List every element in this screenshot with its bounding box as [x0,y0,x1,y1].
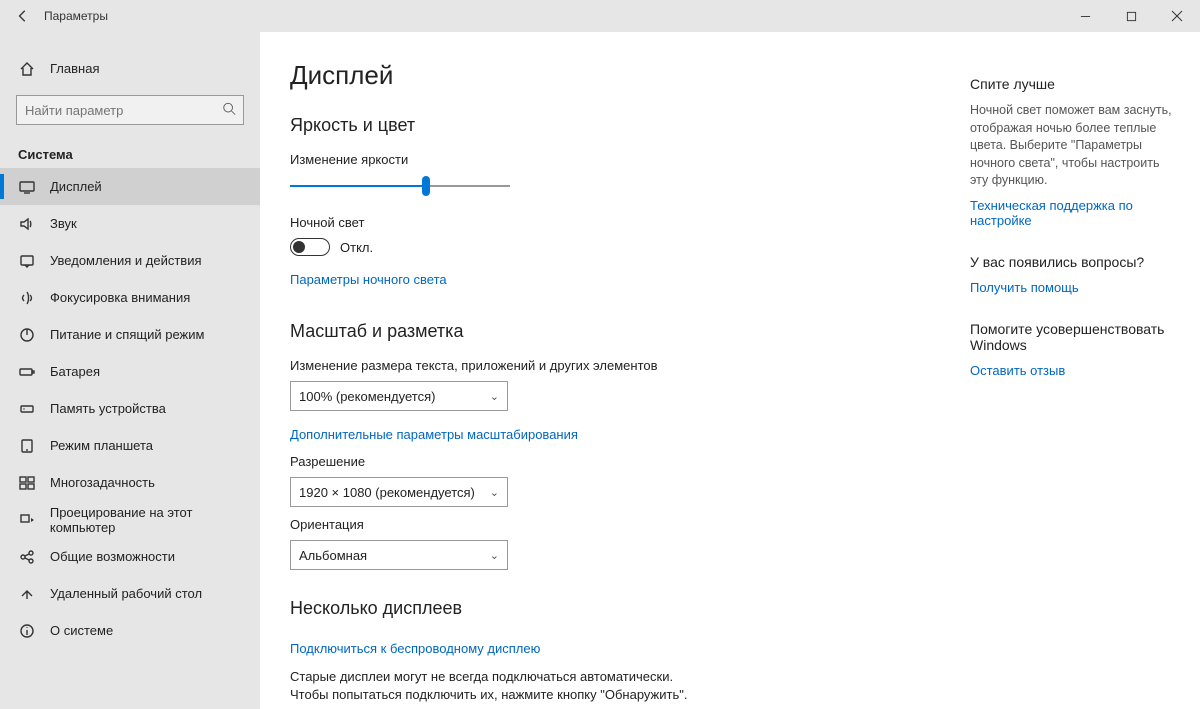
chevron-down-icon: ⌄ [490,549,499,562]
scale-dropdown[interactable]: 100% (рекомендуется) ⌄ [290,381,508,411]
sidebar-item-shared[interactable]: Общие возможности [0,538,260,575]
old-displays-helper: Старые дисплеи могут не всегда подключат… [290,668,710,704]
resolution-value: 1920 × 1080 (рекомендуется) [299,485,475,500]
section-scale: Масштаб и разметка [290,321,940,342]
sidebar-item-label: Многозадачность [50,475,155,490]
minimize-button[interactable] [1062,0,1108,32]
notifications-icon [18,253,36,269]
scale-value: 100% (рекомендуется) [299,389,435,404]
sidebar-item-label: Звук [50,216,77,231]
sidebar-item-multitask[interactable]: Многозадачность [0,464,260,501]
resolution-label: Разрешение [290,454,940,469]
advanced-scaling-link[interactable]: Дополнительные параметры масштабирования [290,427,578,442]
sidebar-item-sound[interactable]: Звук [0,205,260,242]
sidebar-item-display[interactable]: Дисплей [0,168,260,205]
aside-sleep-title: Спите лучше [970,76,1180,92]
titlebar: Параметры [0,0,1200,32]
multitask-icon [18,475,36,491]
sidebar: Главная Система Дисплей Звук Уведомления… [0,32,260,709]
sidebar-item-storage[interactable]: Память устройства [0,390,260,427]
sidebar-item-label: Питание и спящий режим [50,327,204,342]
orientation-value: Альбомная [299,548,367,563]
sidebar-item-label: Батарея [50,364,100,379]
settings-content: Дисплей Яркость и цвет Изменение яркости… [260,32,970,709]
chevron-down-icon: ⌄ [490,390,499,403]
scale-label: Изменение размера текста, приложений и д… [290,358,940,373]
night-light-label: Ночной свет [290,215,940,230]
sidebar-item-label: Уведомления и действия [50,253,202,268]
sidebar-home-label: Главная [50,61,99,76]
sidebar-home[interactable]: Главная [0,50,260,87]
sidebar-item-label: Общие возможности [50,549,175,564]
search-input[interactable] [16,95,244,125]
aside: Спите лучше Ночной свет поможет вам засн… [970,32,1200,709]
section-multi: Несколько дисплеев [290,598,940,619]
about-icon [18,623,36,639]
home-icon [18,61,36,77]
tablet-icon [18,438,36,454]
resolution-dropdown[interactable]: 1920 × 1080 (рекомендуется) ⌄ [290,477,508,507]
aside-feedback-title: Помогите усовершенствовать Windows [970,321,1180,353]
orientation-dropdown[interactable]: Альбомная ⌄ [290,540,508,570]
section-brightness: Яркость и цвет [290,115,940,136]
storage-icon [18,401,36,417]
search-icon [222,102,236,119]
page-title: Дисплей [290,60,940,91]
sidebar-item-battery[interactable]: Батарея [0,353,260,390]
close-button[interactable] [1154,0,1200,32]
display-icon [18,179,36,195]
sidebar-section-label: Система [0,139,260,168]
sidebar-item-label: Удаленный рабочий стол [50,586,202,601]
chevron-down-icon: ⌄ [490,486,499,499]
sidebar-item-projection[interactable]: Проецирование на этот компьютер [0,501,260,538]
brightness-slider[interactable] [290,175,510,197]
aside-sleep-body: Ночной свет поможет вам заснуть, отображ… [970,102,1180,190]
shared-icon [18,549,36,565]
aside-help-link[interactable]: Получить помощь [970,280,1180,295]
slider-thumb[interactable] [422,176,430,196]
night-light-state: Откл. [340,240,373,255]
brightness-label: Изменение яркости [290,152,940,167]
sidebar-item-label: Дисплей [50,179,102,194]
sidebar-item-label: Память устройства [50,401,166,416]
aside-questions-title: У вас появились вопросы? [970,254,1180,270]
sidebar-item-label: О системе [50,623,113,638]
window-title: Параметры [44,9,108,23]
sidebar-item-focus[interactable]: Фокусировка внимания [0,279,260,316]
focus-icon [18,290,36,306]
aside-feedback-link[interactable]: Оставить отзыв [970,363,1180,378]
back-button[interactable] [8,0,38,32]
night-light-toggle[interactable] [290,238,330,256]
sidebar-item-notifications[interactable]: Уведомления и действия [0,242,260,279]
sound-icon [18,216,36,232]
sidebar-item-tablet[interactable]: Режим планшета [0,427,260,464]
sidebar-item-about[interactable]: О системе [0,612,260,649]
orientation-label: Ориентация [290,517,940,532]
battery-icon [18,364,36,380]
sidebar-item-remote[interactable]: Удаленный рабочий стол [0,575,260,612]
remote-icon [18,586,36,602]
sidebar-item-label: Режим планшета [50,438,153,453]
sidebar-item-label: Фокусировка внимания [50,290,190,305]
power-icon [18,327,36,343]
wireless-display-link[interactable]: Подключиться к беспроводному дисплею [290,641,540,656]
night-light-settings-link[interactable]: Параметры ночного света [290,272,447,287]
aside-sleep-link[interactable]: Техническая поддержка по настройке [970,198,1180,228]
maximize-button[interactable] [1108,0,1154,32]
sidebar-search[interactable] [16,95,244,125]
projection-icon [18,512,36,528]
sidebar-item-power[interactable]: Питание и спящий режим [0,316,260,353]
sidebar-item-label: Проецирование на этот компьютер [50,505,260,535]
